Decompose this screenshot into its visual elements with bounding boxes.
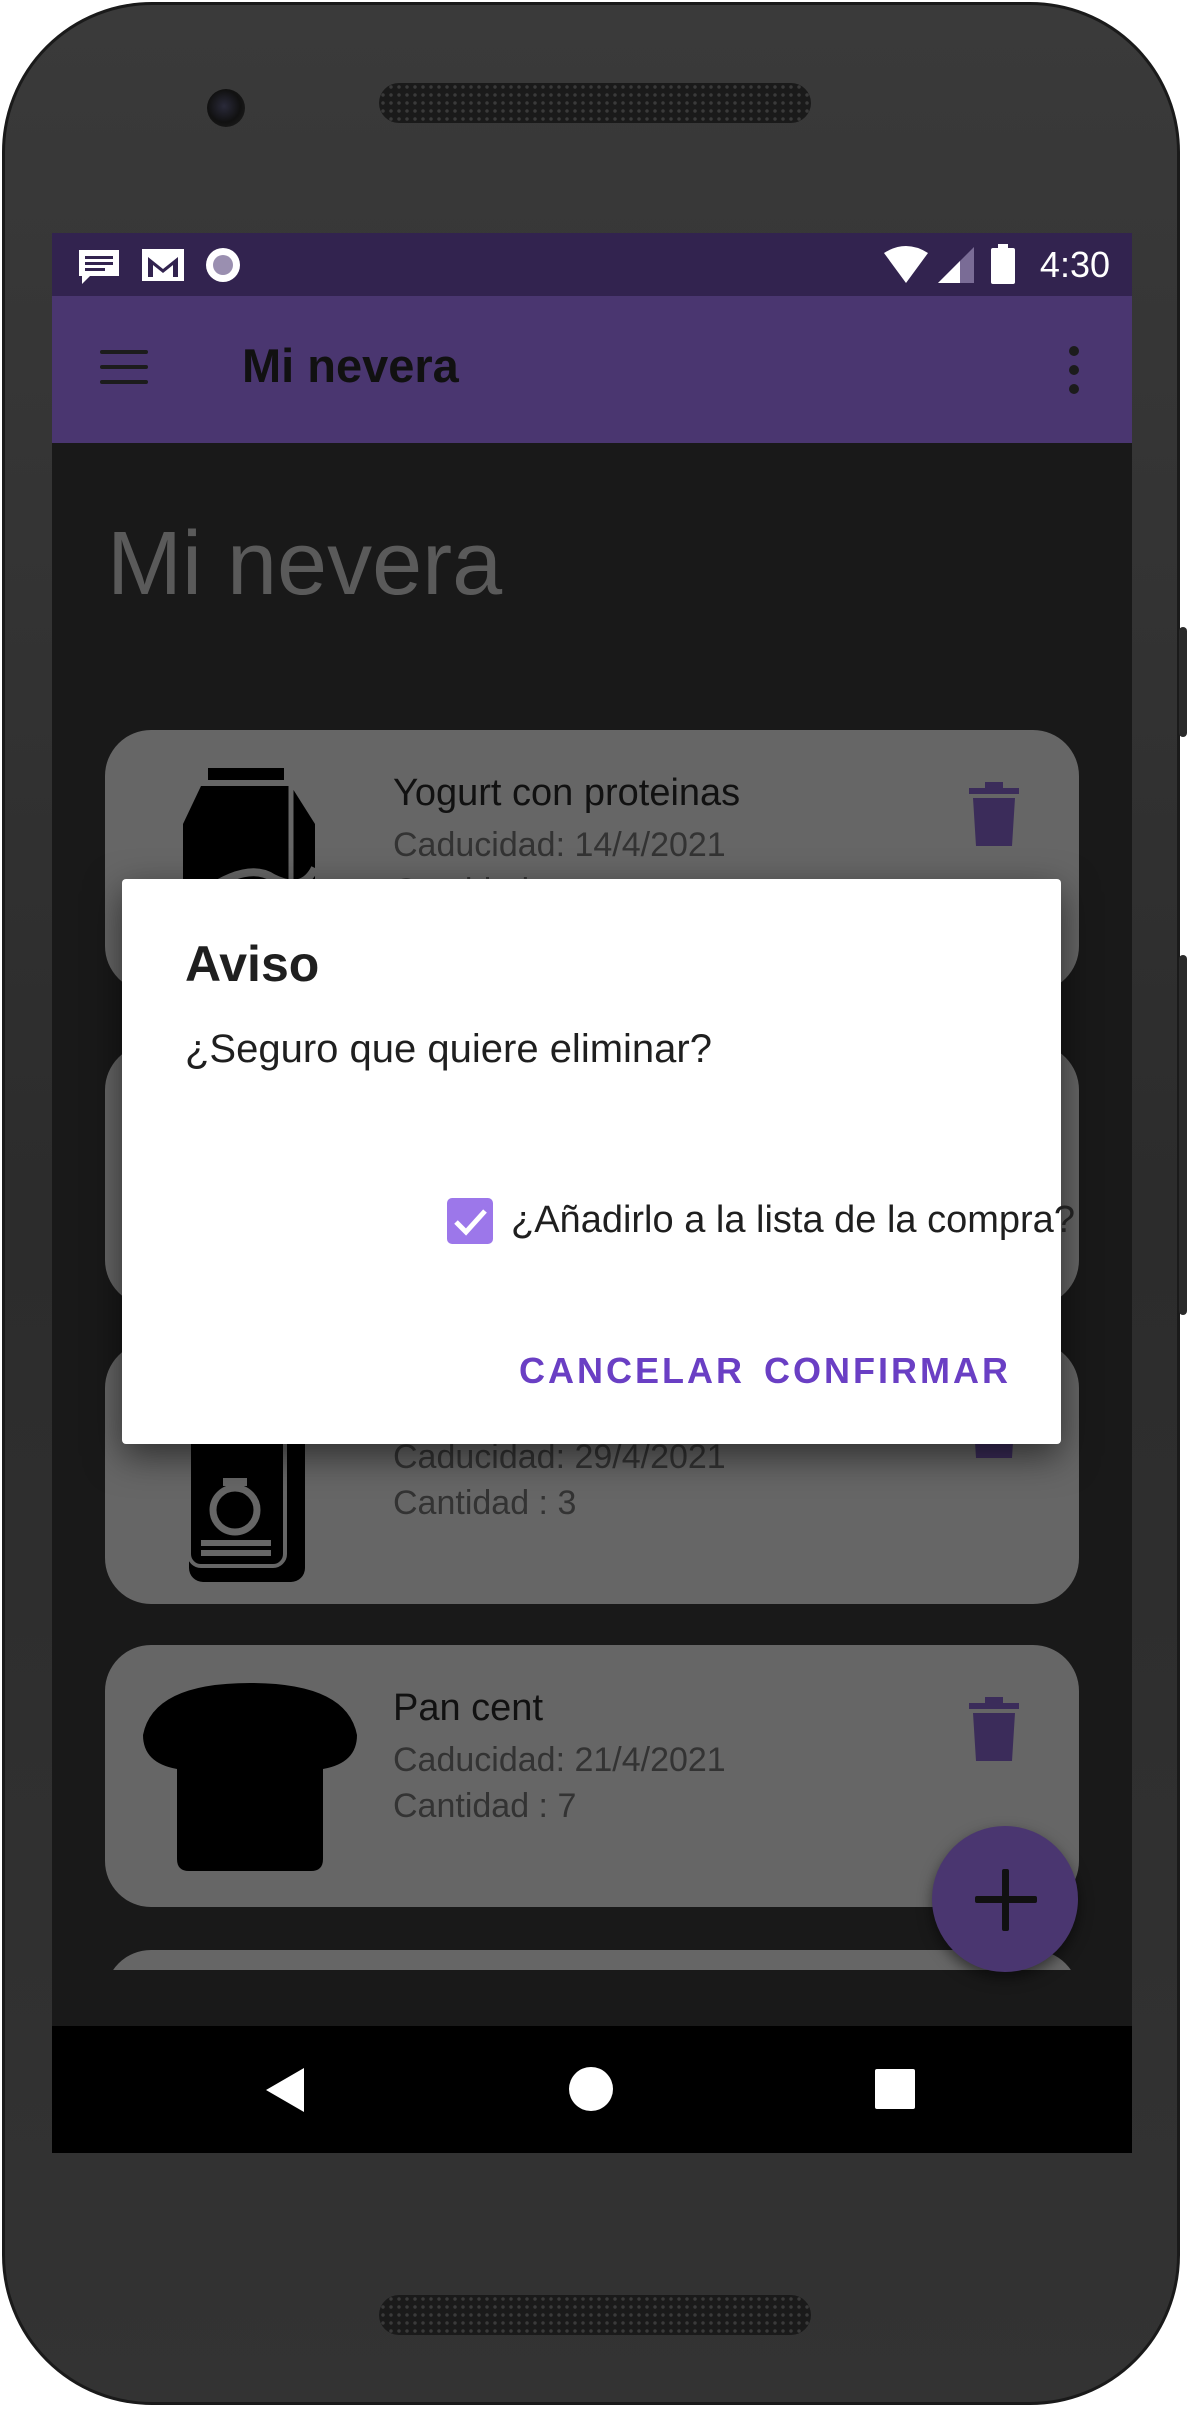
trash-icon[interactable] bbox=[969, 782, 1019, 846]
top-speaker-grille bbox=[379, 83, 811, 123]
dialog-title: Aviso bbox=[185, 936, 320, 992]
home-icon[interactable] bbox=[568, 2066, 614, 2112]
hamburger-menu-icon[interactable] bbox=[100, 348, 152, 388]
confirm-delete-dialog: Aviso ¿Seguro que quiere eliminar? ¿Añad… bbox=[122, 879, 1075, 1444]
message-icon bbox=[79, 250, 119, 284]
gmail-icon bbox=[142, 249, 184, 281]
recents-icon[interactable] bbox=[874, 2068, 916, 2110]
check-icon bbox=[454, 1209, 487, 1236]
record-icon bbox=[206, 248, 240, 282]
product-name: Pan cent bbox=[393, 1687, 543, 1729]
front-camera bbox=[207, 89, 245, 127]
volume-button bbox=[1179, 955, 1187, 1315]
trash-icon[interactable] bbox=[969, 1697, 1019, 1761]
checkbox-label[interactable]: ¿Añadirlo a la lista de la compra? bbox=[511, 1199, 1075, 1242]
cancel-button[interactable]: CANCELAR bbox=[519, 1350, 745, 1392]
product-quantity: Cantidad : 7 bbox=[393, 1787, 577, 1825]
add-fab[interactable] bbox=[932, 1826, 1078, 1972]
status-bar: 4:30 bbox=[52, 233, 1132, 296]
page-title: Mi nevera bbox=[107, 514, 503, 614]
back-icon[interactable] bbox=[264, 2066, 308, 2114]
list-cutoff bbox=[105, 1970, 1079, 2026]
status-time: 4:30 bbox=[1039, 244, 1110, 285]
product-name: Yogurt con proteinas bbox=[393, 772, 741, 814]
product-quantity: Cantidad : 3 bbox=[393, 1484, 577, 1522]
wifi-icon bbox=[884, 246, 928, 283]
bottom-speaker-grille bbox=[379, 2295, 811, 2335]
signal-icon bbox=[938, 247, 974, 283]
navigation-bar bbox=[52, 2026, 1132, 2153]
product-expiry: Caducidad: 21/4/2021 bbox=[393, 1741, 726, 1779]
product-expiry: Caducidad: 14/4/2021 bbox=[393, 826, 726, 864]
screen: 4:30 Mi nevera Mi nevera Yogurt con prot… bbox=[52, 233, 1132, 2153]
battery-icon bbox=[991, 244, 1015, 284]
confirm-button[interactable]: CONFIRMAR bbox=[764, 1350, 1011, 1392]
more-vert-icon[interactable] bbox=[1066, 346, 1082, 394]
bread-icon bbox=[143, 1683, 357, 1871]
power-button bbox=[1179, 627, 1187, 737]
product-card[interactable]: Pan cent Caducidad: 21/4/2021 Cantidad :… bbox=[105, 1645, 1079, 1907]
add-to-shopping-list-checkbox[interactable] bbox=[447, 1198, 493, 1244]
dialog-message: ¿Seguro que quiere eliminar? bbox=[185, 1027, 712, 1071]
app-bar: Mi nevera bbox=[52, 296, 1132, 443]
app-bar-title: Mi nevera bbox=[242, 339, 459, 392]
